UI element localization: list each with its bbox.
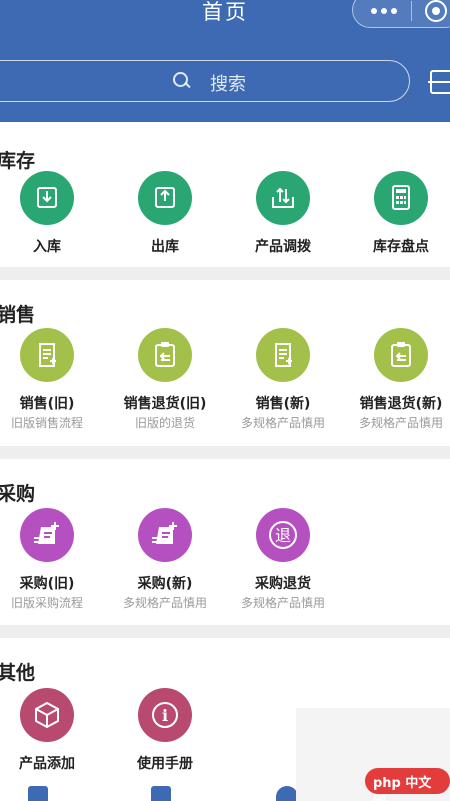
box-icon [20,688,74,742]
return-circle-icon: 退 [256,508,310,562]
item-label: 入库 [33,239,61,255]
outbound-icon [138,171,192,225]
return-glyph: 退 [275,526,291,545]
tab-home-icon[interactable] [28,786,48,801]
info-icon: i [138,688,192,742]
search-input[interactable]: 搜索 [0,60,410,102]
return-clipboard-icon [374,328,428,382]
item-inbound[interactable]: 入库 [0,171,106,255]
item-outbound[interactable]: 出库 [106,171,224,255]
item-subtitle: 多规格产品慎用 [122,596,207,610]
capsule-divider [411,1,412,21]
section-title-purchase: 采购 [0,483,36,505]
item-sales-return-old[interactable]: 销售退货(旧) 旧版的退货 [106,328,224,438]
item-purchase-return[interactable]: 退 采购退货 多规格产品慎用 [224,508,342,618]
transfer-icon [256,171,310,225]
item-subtitle: 旧版的退货 [134,416,195,430]
item-user-manual[interactable]: i 使用手册 [106,688,224,772]
search-icon [173,72,191,90]
section-title-inventory: 库存 [0,150,36,172]
item-label: 采购退货 [255,576,311,592]
item-label: 销售(旧) [19,396,75,412]
item-label: 库存盘点 [373,239,429,255]
purchase-icon [20,508,74,562]
watermark: php 中文网 [365,768,450,801]
item-sales-return-new[interactable]: 销售退货(新) 多规格产品慎用 [342,328,450,438]
item-label: 出库 [151,239,179,255]
item-label: 销售退货(新) [359,396,443,412]
close-miniprogram-icon[interactable] [425,0,447,22]
section-purchase: 采购 采购(旧) 旧版采购流程 采购(新) 多规格产品慎用 退 采购退货 多规格… [0,459,450,625]
return-clipboard-icon [138,328,192,382]
item-sales-new[interactable]: 销售(新) 多规格产品慎用 [224,328,342,438]
item-product-add[interactable]: 产品添加 [0,688,106,772]
item-subtitle: 旧版销售流程 [10,416,83,430]
item-subtitle: 多规格产品慎用 [240,596,325,610]
item-subtitle: 多规格产品慎用 [358,416,443,430]
item-label: 销售退货(旧) [123,396,207,412]
item-sales-old[interactable]: 销售(旧) 旧版销售流程 [0,328,106,438]
section-inventory: 库存 入库 出库 产品调拨 库存盘点 [0,122,450,267]
sales-doc-icon [20,328,74,382]
item-transfer[interactable]: 产品调拨 [224,171,342,255]
item-label: 产品调拨 [255,239,311,255]
section-title-other: 其他 [0,662,36,684]
item-subtitle: 旧版采购流程 [10,596,83,610]
item-stocktake[interactable]: 库存盘点 [342,171,450,255]
header: 首页 搜索 [0,0,450,122]
tab-contacts-icon[interactable] [151,786,171,801]
section-sales: 销售 销售(旧) 旧版销售流程 销售退货(旧) 旧版的退货 销售(新) 多规格产… [0,280,450,446]
search-placeholder: 搜索 [210,74,246,95]
item-purchase-old[interactable]: 采购(旧) 旧版采购流程 [0,508,106,618]
inbound-icon [20,171,74,225]
item-label: 采购(旧) [19,576,75,592]
stocktake-icon [374,171,428,225]
item-subtitle: 多规格产品慎用 [240,416,325,430]
item-label: 产品添加 [19,756,75,772]
item-label: 使用手册 [137,756,193,772]
miniprogram-capsule [352,0,450,28]
sales-doc-icon [256,328,310,382]
item-label: 销售(新) [255,396,311,412]
info-glyph: i [162,706,168,725]
item-purchase-new[interactable]: 采购(新) 多规格产品慎用 [106,508,224,618]
tab-report-icon[interactable] [276,786,298,801]
more-icon[interactable] [371,6,401,16]
section-title-sales: 销售 [0,304,36,326]
purchase-icon [138,508,192,562]
scan-icon[interactable] [428,70,450,94]
item-label: 采购(新) [137,576,193,592]
